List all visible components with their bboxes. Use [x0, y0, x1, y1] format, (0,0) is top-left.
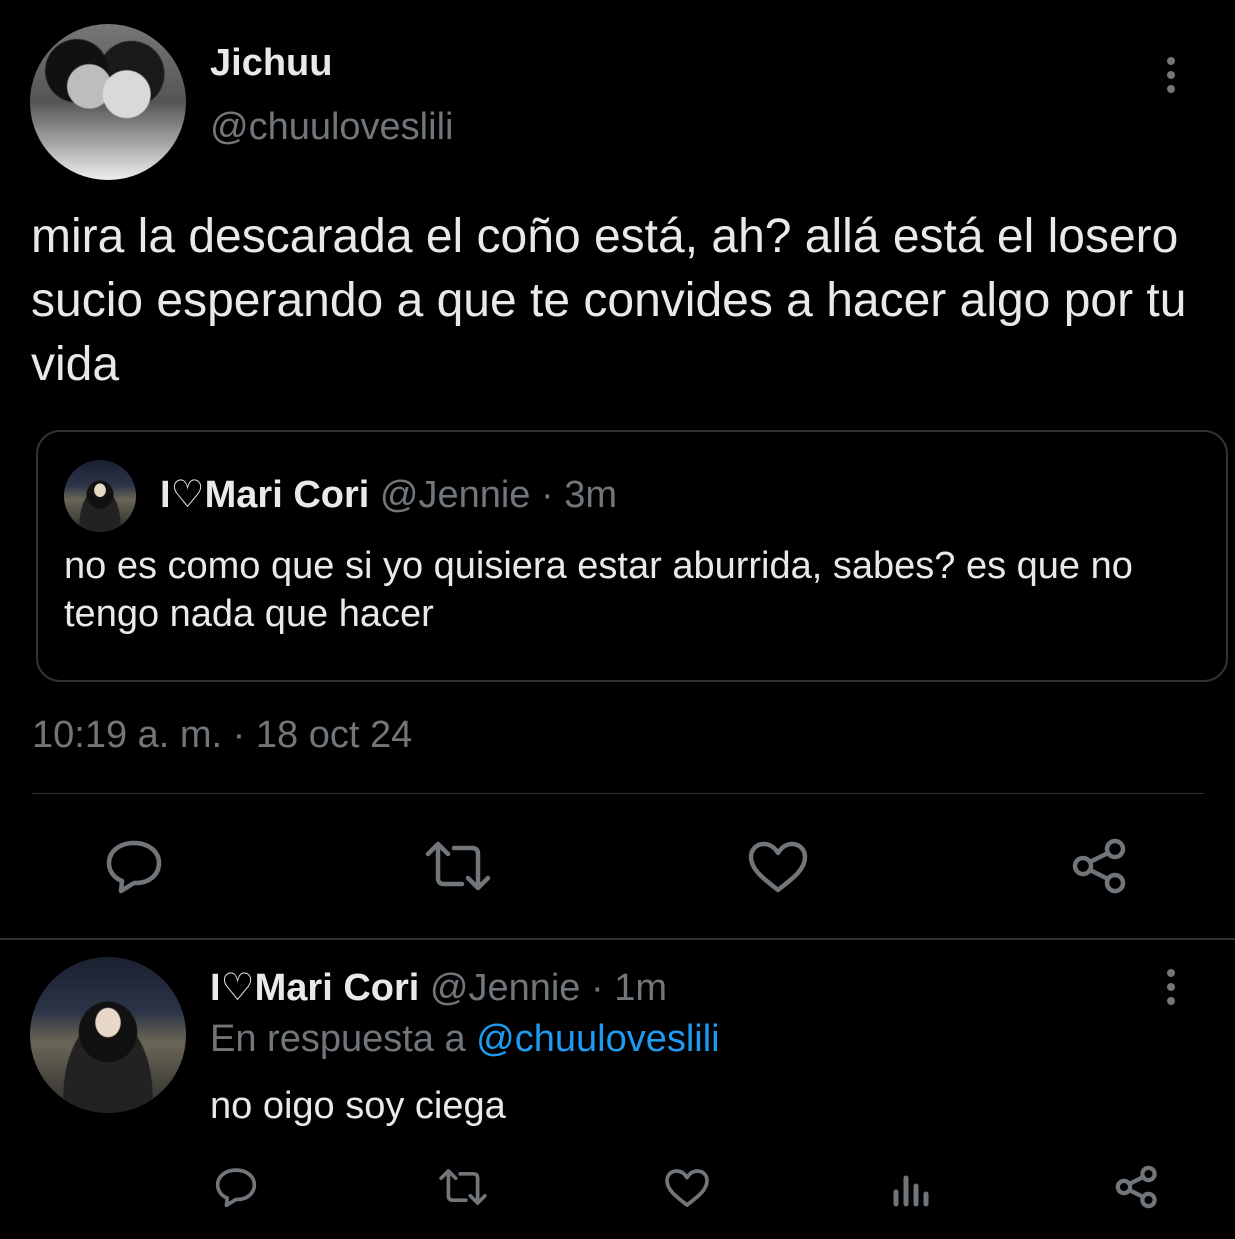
tweet-text: mira la descarada el coño está, ah? allá…: [31, 210, 1187, 391]
replying-to: En respuesta a @chuuloveslili: [210, 1016, 720, 1062]
author-avatar[interactable]: [30, 24, 186, 180]
reply-author-handle[interactable]: @Jennie: [430, 967, 581, 1009]
tweet-timestamp[interactable]: 10:19 a. m. · 18 oct 24: [32, 712, 412, 758]
views-icon[interactable]: [890, 1166, 932, 1208]
author-handle[interactable]: @chuuloveslili: [210, 104, 453, 150]
like-icon[interactable]: [747, 840, 809, 894]
reply-author-avatar[interactable]: [30, 957, 186, 1113]
thread-separator: [0, 938, 1235, 940]
quote-header: I♡Mari Cori @Jennie · 3m: [160, 472, 617, 518]
reply-more-options-icon[interactable]: [1156, 965, 1186, 1009]
retweet-icon[interactable]: [424, 840, 492, 892]
reply-author-avatar-image: [30, 957, 186, 1113]
replying-to-prefix: En respuesta a: [210, 1018, 466, 1060]
reply-text: no oigo soy ciega: [210, 1085, 506, 1127]
replying-to-handle[interactable]: @chuuloveslili: [476, 1018, 719, 1060]
reply-header: I♡Mari Cori @Jennie · 1m: [210, 965, 667, 1011]
reply-icon[interactable]: [104, 838, 164, 894]
quote-author-avatar-image: [64, 460, 136, 532]
reply-author-name[interactable]: I♡Mari Cori: [210, 967, 419, 1009]
quote-author-handle: @Jennie: [379, 474, 531, 516]
reply-like-icon[interactable]: [664, 1168, 710, 1208]
quoted-tweet[interactable]: I♡Mari Cori @Jennie · 3m no es como que …: [36, 430, 1228, 682]
share-icon[interactable]: [1070, 836, 1130, 896]
author-name[interactable]: Jichuu: [210, 40, 332, 86]
quote-author-avatar: [64, 460, 136, 532]
author-avatar-image: [30, 24, 186, 180]
more-options-icon[interactable]: [1156, 53, 1186, 97]
reply-retweet-icon[interactable]: [438, 1168, 488, 1206]
quote-author-name: I♡Mari Cori: [160, 474, 370, 516]
quote-time: · 3m: [541, 474, 618, 516]
reply-share-icon[interactable]: [1114, 1164, 1160, 1210]
divider: [32, 793, 1204, 794]
reply-reply-icon[interactable]: [214, 1166, 258, 1208]
reply-time[interactable]: · 1m: [591, 967, 667, 1009]
quote-text: no es como que si yo quisiera estar abur…: [64, 545, 1133, 635]
